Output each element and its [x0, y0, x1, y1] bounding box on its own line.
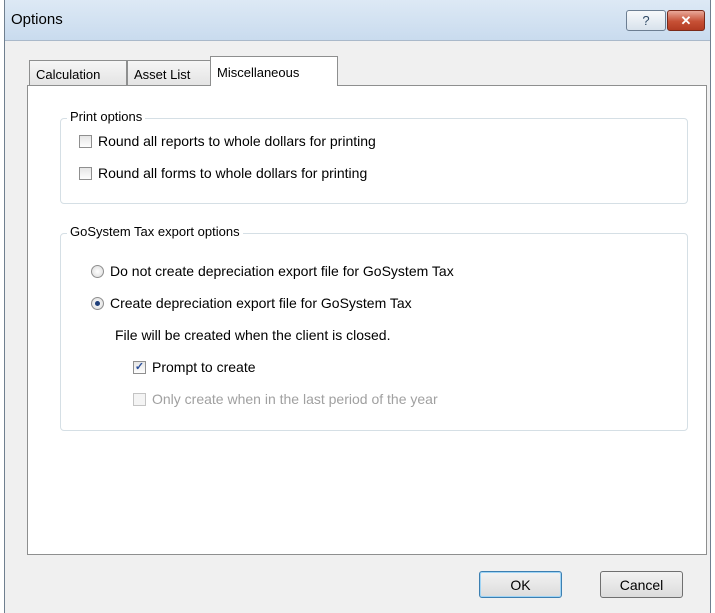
round-reports-checkbox[interactable] — [79, 134, 92, 148]
round-forms-option[interactable]: Round all forms to whole dollars for pri… — [79, 165, 367, 181]
round-reports-label: Round all reports to whole dollars for p… — [98, 133, 376, 149]
help-button[interactable]: ? — [626, 10, 666, 31]
last-period-only-label: Only create when in the last period of t… — [152, 391, 438, 407]
tab-miscellaneous[interactable]: Miscellaneous — [210, 56, 338, 86]
create-export-radio[interactable] — [91, 296, 104, 310]
window-title: Options — [11, 11, 63, 28]
tab-calculation[interactable]: Calculation — [29, 60, 127, 86]
tab-asset-list[interactable]: Asset List — [127, 60, 211, 86]
radio-selected-dot — [95, 300, 100, 306]
options-dialog: Options ? ✕ Calculation Asset List Misce… — [4, 0, 711, 613]
round-reports-option[interactable]: Round all reports to whole dollars for p… — [79, 133, 376, 149]
export-options-group: GoSystem Tax export options Do not creat… — [60, 224, 688, 431]
close-button[interactable]: ✕ — [667, 10, 705, 31]
create-export-option[interactable]: Create depreciation export file for GoSy… — [91, 295, 412, 311]
round-forms-label: Round all forms to whole dollars for pri… — [98, 165, 368, 181]
close-icon: ✕ — [680, 13, 692, 28]
export-note-text: File will be created when the client is … — [115, 327, 391, 343]
last-period-only-checkbox — [133, 392, 146, 406]
checkmark-icon: ✓ — [134, 360, 145, 373]
export-options-legend: GoSystem Tax export options — [67, 224, 243, 239]
prompt-to-create-option[interactable]: ✓ Prompt to create — [133, 359, 256, 375]
round-forms-checkbox[interactable] — [79, 166, 92, 180]
print-options-legend: Print options — [67, 109, 146, 124]
miscellaneous-panel: Print options Round all reports to whole… — [27, 85, 707, 555]
cancel-button[interactable]: Cancel — [600, 571, 683, 598]
export-note: File will be created when the client is … — [115, 327, 390, 343]
help-icon: ? — [642, 13, 650, 28]
prompt-to-create-label: Prompt to create — [152, 359, 256, 375]
create-export-label: Create depreciation export file for GoSy… — [110, 295, 412, 311]
no-export-option[interactable]: Do not create depreciation export file f… — [91, 263, 454, 279]
print-options-group: Print options Round all reports to whole… — [60, 109, 688, 204]
title-bar[interactable]: Options ? ✕ — [5, 0, 710, 41]
last-period-only-option: Only create when in the last period of t… — [133, 391, 438, 407]
prompt-to-create-checkbox[interactable]: ✓ — [133, 360, 146, 374]
no-export-radio[interactable] — [91, 264, 104, 278]
no-export-label: Do not create depreciation export file f… — [110, 263, 454, 279]
ok-button[interactable]: OK — [479, 571, 562, 598]
